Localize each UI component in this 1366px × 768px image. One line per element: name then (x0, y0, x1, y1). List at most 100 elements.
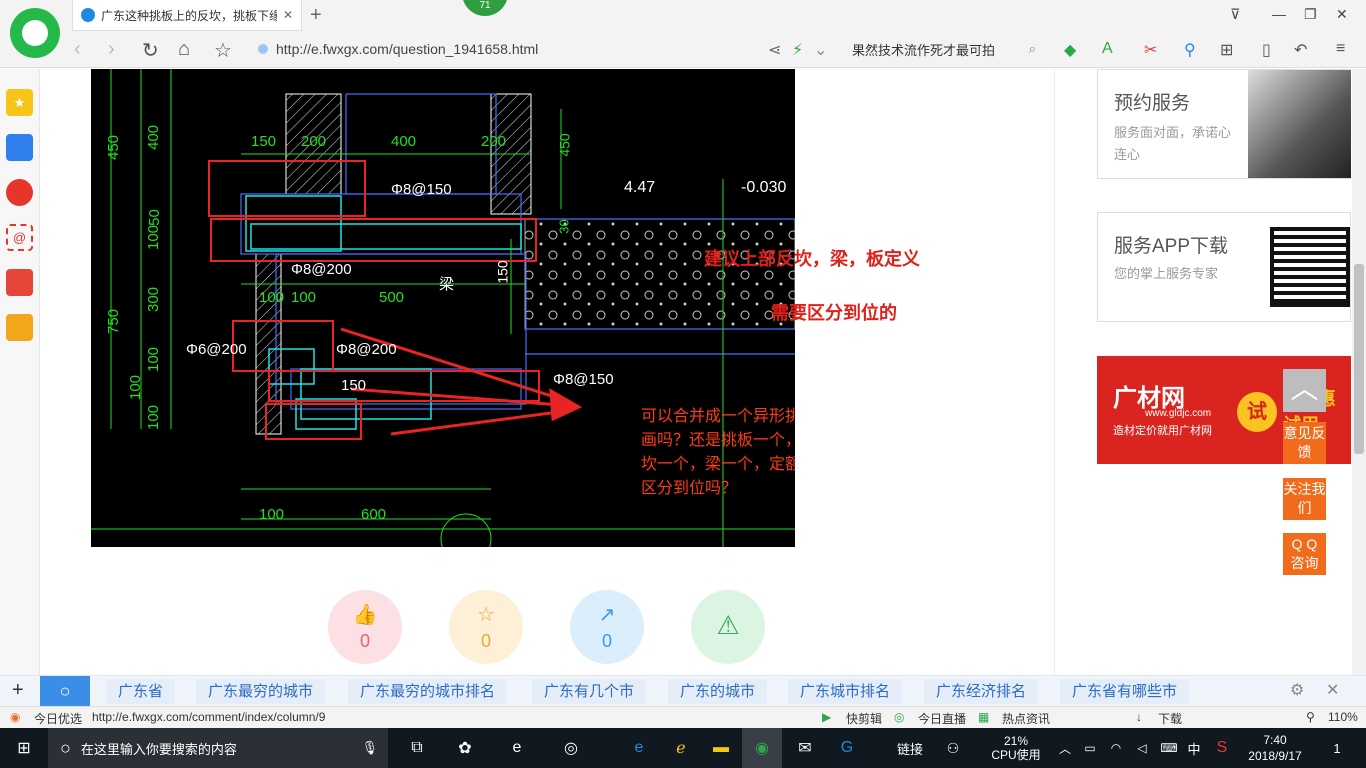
shield-icon[interactable]: ◆ (1064, 40, 1076, 60)
live-icon[interactable]: ◎ (894, 710, 904, 724)
link-label[interactable]: 链接 (890, 728, 930, 768)
menu-icon[interactable]: ≡ (1336, 40, 1345, 58)
tag-item[interactable]: 广东有几个市 (532, 679, 647, 704)
like-button[interactable]: 👍 0 (328, 590, 402, 664)
site-info-icon[interactable] (258, 44, 268, 54)
appointment-title: 预约服务 (1114, 93, 1191, 114)
tag-item[interactable]: 广东省 (106, 679, 176, 704)
wifi-icon[interactable]: ◠ (1104, 728, 1128, 768)
tag-item[interactable]: 广东经济排名 (924, 679, 1039, 704)
close-window-button[interactable]: ✕ (1336, 6, 1348, 23)
ad-url: www.gldjc.com (1145, 408, 1212, 419)
notes-icon[interactable] (6, 314, 33, 341)
reload-icon[interactable]: ↻ (142, 38, 159, 63)
g-app-icon[interactable]: G (828, 728, 866, 768)
tag-item[interactable]: 广东城市排名 (788, 679, 903, 704)
cpu-usage[interactable]: 21% CPU使用 (986, 728, 1046, 768)
zoom-level[interactable]: 110% (1328, 710, 1358, 724)
tag-item[interactable]: 广东的城市 (668, 679, 768, 704)
forward-icon[interactable]: › (108, 38, 115, 61)
app-download-card[interactable]: 服务APP下载 您的掌上服务专家 (1097, 212, 1351, 322)
live-label[interactable]: 今日直播 (918, 710, 966, 727)
ie-e-icon[interactable]: e (498, 728, 536, 768)
clock[interactable]: 7:40 2018/9/17 (1240, 728, 1310, 768)
edge-icon[interactable]: e (620, 728, 658, 768)
back-icon[interactable]: ‹ (74, 38, 81, 61)
apps-grid-icon[interactable]: ⊞ (1220, 40, 1233, 60)
tag-item[interactable]: 广东省有哪些市 (1060, 679, 1190, 704)
browser-taskbar-icon[interactable]: ◉ (742, 728, 782, 768)
weibo-icon[interactable] (6, 179, 33, 206)
translate-icon[interactable]: A (1102, 40, 1113, 58)
qq-consult-button[interactable]: Q Q 咨询 (1283, 533, 1326, 575)
undo-icon[interactable]: ↶ (1294, 40, 1307, 60)
minimize-to-tray-icon[interactable]: ⊽ (1230, 6, 1240, 23)
search-tags-icon[interactable]: ○ (40, 676, 90, 706)
ime-indicator[interactable]: 中 (1184, 728, 1204, 768)
quick-edit-label[interactable]: 快剪辑 (846, 710, 882, 727)
notification-center-icon[interactable]: 1 (1320, 728, 1354, 768)
tag-item[interactable]: 广东最穷的城市排名 (348, 679, 508, 704)
share-button[interactable]: ↗ 0 (570, 590, 644, 664)
taskbar-search-box[interactable]: ○ 在这里输入你要搜索的内容 🎙 (48, 728, 388, 768)
add-tag-icon[interactable]: + (12, 679, 24, 702)
app-notify-icon[interactable]: ◎ (552, 728, 590, 768)
search-input[interactable]: 果然技术流作死才最可拍 ⌕ (844, 36, 1044, 62)
screenshot-scissors-icon[interactable]: ✂ (1144, 40, 1157, 60)
browser-logo-icon[interactable] (10, 8, 60, 58)
feedback-button[interactable]: 意见反馈 (1283, 422, 1326, 464)
maximize-button[interactable]: ❐ (1304, 6, 1317, 23)
favorite-button[interactable]: ☆ 0 (449, 590, 523, 664)
download-icon[interactable]: ↓ (1136, 710, 1142, 724)
new-tab-button[interactable]: + (310, 4, 322, 27)
download-label[interactable]: 下载 (1158, 710, 1182, 727)
scrollbar-thumb[interactable] (1354, 264, 1364, 454)
keyboard-icon[interactable]: ⌨ (1156, 728, 1182, 768)
battery-icon[interactable]: ▭ (1078, 728, 1102, 768)
share-icon[interactable]: ⋖ (768, 40, 781, 60)
tray-expand-icon[interactable]: ︿ (1054, 728, 1076, 768)
minimize-button[interactable]: — (1272, 6, 1286, 22)
daily-pick-label[interactable]: 今日优选 (34, 710, 82, 727)
search-icon[interactable]: ⌕ (1029, 41, 1036, 57)
home-icon[interactable]: ⌂ (178, 38, 190, 61)
tab-close-icon[interactable]: ✕ (283, 8, 293, 22)
microphone-icon[interactable]: 🎙 (361, 740, 378, 756)
report-button[interactable]: ⚠ (691, 590, 765, 664)
daily-pick-icon[interactable]: ◉ (10, 710, 20, 724)
people-icon[interactable]: ⚇ (938, 728, 968, 768)
thumbs-up-icon: 👍 (352, 604, 378, 626)
zoom-icon[interactable]: ⚲ (1306, 710, 1315, 724)
chevron-down-icon[interactable]: ⌄ (814, 40, 827, 60)
settings-gear-icon[interactable]: ⚙ (1290, 680, 1304, 700)
news-label[interactable]: 热点资讯 (1002, 710, 1050, 727)
page-scrollbar[interactable] (1352, 69, 1366, 675)
notification-badge[interactable]: 71 (462, 0, 508, 16)
back-to-top-button[interactable]: ︿ (1283, 369, 1326, 412)
file-explorer-icon[interactable]: ▬ (702, 728, 740, 768)
tag-item[interactable]: 广东最穷的城市 (196, 679, 326, 704)
close-tags-icon[interactable]: ✕ (1326, 680, 1339, 700)
sogou-icon[interactable]: S (1210, 728, 1234, 768)
browser-tab-active[interactable]: 广东这种挑板上的反坎，挑板下缘 ✕ (72, 0, 302, 31)
ie-icon[interactable]: ℯ (662, 728, 700, 768)
news-feed-icon[interactable] (6, 134, 33, 161)
game-icon[interactable] (6, 269, 33, 296)
cad-drawing-image[interactable]: 150 200 400 200 Φ8@150 Φ8@200 Φ8@200 Φ8@… (91, 69, 795, 547)
favorites-icon[interactable]: ★ (6, 89, 33, 116)
speed-mode-icon[interactable]: ⚡ (792, 40, 803, 60)
task-view-icon[interactable]: ⧉ (400, 728, 434, 768)
mail-icon[interactable]: ✉ (786, 728, 824, 768)
appointment-card[interactable]: 预约服务 服务面对面，承诺心连心 (1097, 69, 1351, 179)
pinwheel-app-icon[interactable]: ✿ (446, 728, 484, 768)
address-bar[interactable]: http://e.fwxgx.com/question_1941658.html (258, 36, 838, 62)
quick-edit-icon[interactable]: ▶ (822, 710, 831, 724)
follow-us-button[interactable]: 关注我们 (1283, 478, 1326, 520)
reader-icon[interactable]: ▯ (1262, 40, 1271, 60)
zoom-search-icon[interactable]: ⚲ (1184, 40, 1196, 60)
bookmark-star-icon[interactable]: ☆ (214, 38, 232, 63)
email-icon[interactable]: @ (6, 224, 33, 251)
windows-start-icon[interactable]: ⊞ (0, 728, 48, 768)
volume-icon[interactable]: ◁ (1130, 728, 1154, 768)
news-icon[interactable]: ▦ (978, 710, 989, 724)
